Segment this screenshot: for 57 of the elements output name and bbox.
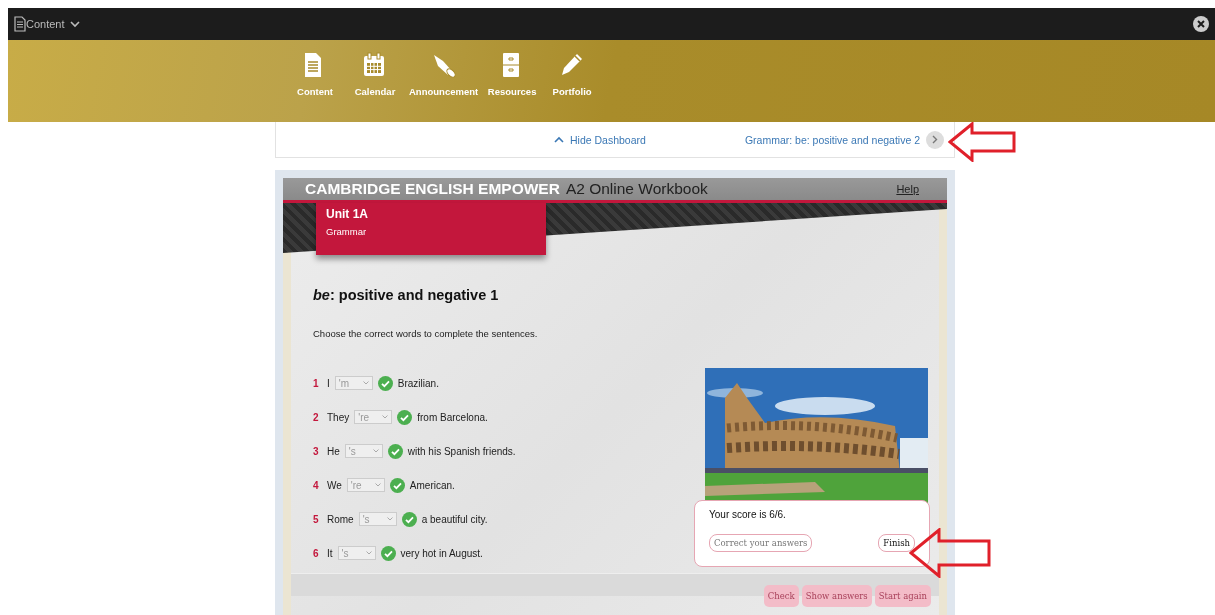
next-activity-link[interactable]: Grammar: be: positive and negative 2 (744, 133, 920, 146)
correct-answers-button[interactable]: Correct your answers (709, 534, 813, 552)
content-menu[interactable]: Content (26, 18, 80, 30)
chevron-right-icon (932, 135, 938, 144)
exercise-title: be: positive and negative 1 (313, 287, 499, 303)
caret-icon (362, 381, 369, 385)
sentence-text: It (327, 547, 333, 559)
hide-dashboard-link[interactable]: Hide Dashboard (554, 133, 646, 146)
nav-item[interactable]: Announcement (407, 52, 481, 97)
sentence-text: Rome (327, 513, 354, 525)
sentence-text: I (327, 377, 330, 389)
instruction-text: Choose the correct words to complete the sentences. (313, 328, 538, 339)
calendar-icon (363, 52, 387, 78)
caret-icon (386, 517, 393, 521)
sentence-text: from Barcelona. (417, 411, 488, 423)
question-number: 4 (313, 479, 320, 491)
sentence-text: a beautiful city. (421, 513, 488, 525)
sentence-text: with his Spanish friends. (407, 445, 516, 457)
sentence-text: American. (409, 479, 455, 491)
sentence-text: very hot in August. (400, 547, 483, 559)
nav-item[interactable]: Resources (484, 52, 541, 97)
sentence-text: We (327, 479, 342, 491)
question-number: 3 (313, 445, 320, 457)
caret-icon (374, 483, 381, 487)
unit-label: Unit 1A (326, 207, 369, 221)
question-number: 5 (313, 513, 320, 525)
caret-icon (382, 415, 389, 419)
sentence-text: They (327, 411, 350, 423)
caret-icon (372, 449, 379, 453)
chevron-down-icon (69, 20, 80, 28)
section-label: Grammar (326, 226, 368, 237)
caret-icon (365, 551, 372, 555)
product-title: A2 Online Workbook (565, 180, 708, 198)
close-icon[interactable] (1193, 16, 1209, 32)
next-button[interactable] (926, 130, 944, 149)
help-link[interactable]: Help (896, 183, 919, 195)
sentence-text: Brazilian. (397, 377, 439, 389)
question-number: 2 (313, 411, 320, 423)
nav-item[interactable]: Content (287, 52, 343, 97)
answer-dropdown[interactable]: 's (337, 546, 376, 560)
answer-dropdown[interactable]: 're (346, 478, 385, 492)
document-icon (14, 16, 26, 32)
finish-button[interactable]: Finish (878, 534, 915, 552)
answer-dropdown[interactable]: 's (344, 444, 383, 458)
annotation-arrow (948, 122, 1016, 162)
brand-title: CAMBRIDGE ENGLISH EMPOWER (305, 180, 560, 198)
chevron-up-icon (554, 136, 564, 143)
sentence-text: He (327, 445, 340, 457)
answer-dropdown[interactable]: 's (358, 512, 397, 526)
score-message: Your score is 6/6. (709, 509, 787, 520)
nav-item[interactable]: Portfolio (544, 52, 601, 97)
nav-item[interactable]: Calendar (347, 52, 403, 97)
answer-dropdown[interactable]: 'm (334, 376, 373, 390)
pencil-icon (560, 52, 585, 78)
question-number: 6 (313, 547, 320, 559)
answer-dropdown[interactable]: 're (354, 410, 393, 424)
question-number: 1 (313, 377, 320, 389)
